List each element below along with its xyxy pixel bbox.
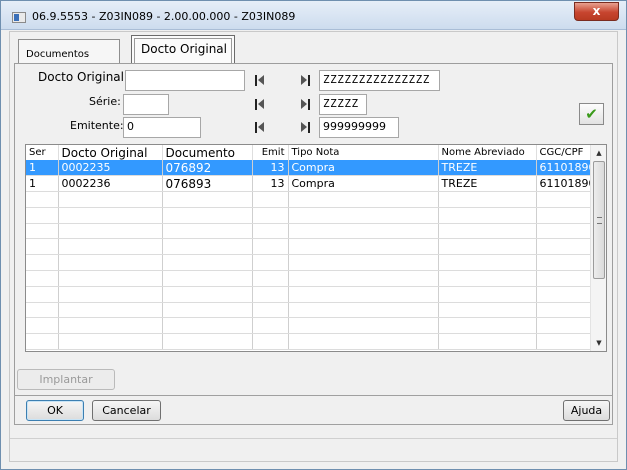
docto-original-label: Docto Original: (38, 70, 129, 84)
cell-ser: 1 (26, 160, 59, 177)
close-button[interactable]: x (574, 2, 619, 21)
scroll-down-icon[interactable]: ▼ (591, 335, 606, 351)
column-header[interactable]: Tipo Nota (288, 145, 439, 160)
cell-nome-abreviado: TREZE (438, 175, 537, 193)
table-row[interactable] (26, 254, 593, 272)
cell-docto-original: 0002235 (58, 160, 163, 177)
first-record-icon[interactable] (253, 98, 266, 111)
app-icon (12, 12, 26, 23)
window-title: 06.9.5553 - Z03IN089 - 2.00.00.000 - Z03… (32, 10, 296, 23)
emitente-label: Emitente: (70, 119, 124, 132)
table-row[interactable] (26, 223, 593, 240)
main-window: 06.9.5553 - Z03IN089 - 2.00.00.000 - Z03… (0, 0, 627, 470)
status-bar (10, 438, 617, 461)
check-icon: ✔ (585, 105, 598, 123)
column-header[interactable]: CGC/CPF (536, 145, 593, 160)
cell-docto-original: 0002236 (58, 175, 163, 193)
cell-tipo-nota: Compra (288, 175, 439, 193)
cell-tipo-nota: Compra (288, 160, 439, 177)
table-row[interactable] (26, 191, 593, 208)
implantar-button[interactable]: Implantar (17, 369, 115, 390)
serie-min-input[interactable] (123, 94, 169, 115)
last-record-icon[interactable] (299, 74, 312, 87)
cell-emit: 13 (252, 175, 289, 193)
serie-label: Série: (89, 95, 121, 108)
cell-documento: 076893 (162, 175, 253, 193)
cancel-button[interactable]: Cancelar (92, 400, 161, 421)
tab-docto-original[interactable]: Docto Original (131, 35, 235, 63)
scroll-up-icon[interactable]: ▲ (591, 145, 606, 161)
dialog-body: Documentos Docto Original Docto Original… (9, 31, 618, 462)
cell-emit: 13 (252, 160, 289, 177)
action-bar: OK Cancelar Ajuda (14, 395, 613, 425)
first-record-icon[interactable] (253, 121, 266, 134)
tab-documentos[interactable]: Documentos (18, 39, 120, 63)
emitente-min-input[interactable]: 0 (123, 117, 201, 138)
column-header[interactable]: Documento (162, 145, 253, 160)
tab-panel-docto-original: Docto Original: ZZZZZZZZZZZZZZZ Série: Z… (14, 63, 613, 397)
first-record-icon[interactable] (253, 74, 266, 87)
scroll-thumb[interactable] (593, 161, 605, 279)
emitente-max-input[interactable]: 999999999 (319, 117, 399, 138)
cell-ser: 1 (26, 175, 59, 193)
cell-nome-abreviado: TREZE (438, 160, 537, 177)
column-header[interactable]: Emit (252, 145, 289, 160)
table-row[interactable] (26, 238, 593, 256)
ok-button[interactable]: OK (26, 400, 84, 421)
table-row[interactable] (26, 302, 593, 319)
records-table: Ser Docto Original Documento Emit Tipo N… (26, 145, 593, 351)
last-record-icon[interactable] (299, 98, 312, 111)
docto-original-min-input[interactable] (125, 70, 245, 91)
column-header[interactable]: Nome Abreviado (438, 145, 537, 160)
cell-documento: 076892 (162, 160, 253, 177)
table-row[interactable]: 1 0002235 076892 13 Compra TREZE 6110189… (26, 160, 593, 177)
table-header-row: Ser Docto Original Documento Emit Tipo N… (26, 145, 593, 160)
column-header[interactable]: Ser (26, 145, 59, 160)
vertical-scrollbar[interactable]: ▲ ▼ (590, 145, 606, 351)
records-grid[interactable]: Ser Docto Original Documento Emit Tipo N… (25, 144, 607, 352)
title-bar[interactable]: 06.9.5553 - Z03IN089 - 2.00.00.000 - Z03… (1, 1, 626, 30)
cell-cgc-cpf: 61101890 (536, 175, 593, 193)
table-row[interactable] (26, 317, 593, 335)
table-row[interactable] (26, 207, 593, 224)
table-row[interactable] (26, 286, 593, 303)
serie-max-input[interactable]: ZZZZZ (319, 94, 367, 115)
confirm-filter-button[interactable]: ✔ (579, 103, 604, 125)
cell-cgc-cpf: 61101890 (536, 160, 593, 177)
close-icon: x (592, 4, 601, 18)
docto-original-max-input[interactable]: ZZZZZZZZZZZZZZZ (319, 70, 440, 91)
column-header[interactable]: Docto Original (58, 145, 163, 160)
table-row[interactable] (26, 333, 593, 351)
table-row[interactable]: 1 0002236 076893 13 Compra TREZE 6110189… (26, 175, 593, 193)
last-record-icon[interactable] (299, 121, 312, 134)
help-button[interactable]: Ajuda (563, 400, 610, 421)
table-row[interactable] (26, 270, 593, 287)
